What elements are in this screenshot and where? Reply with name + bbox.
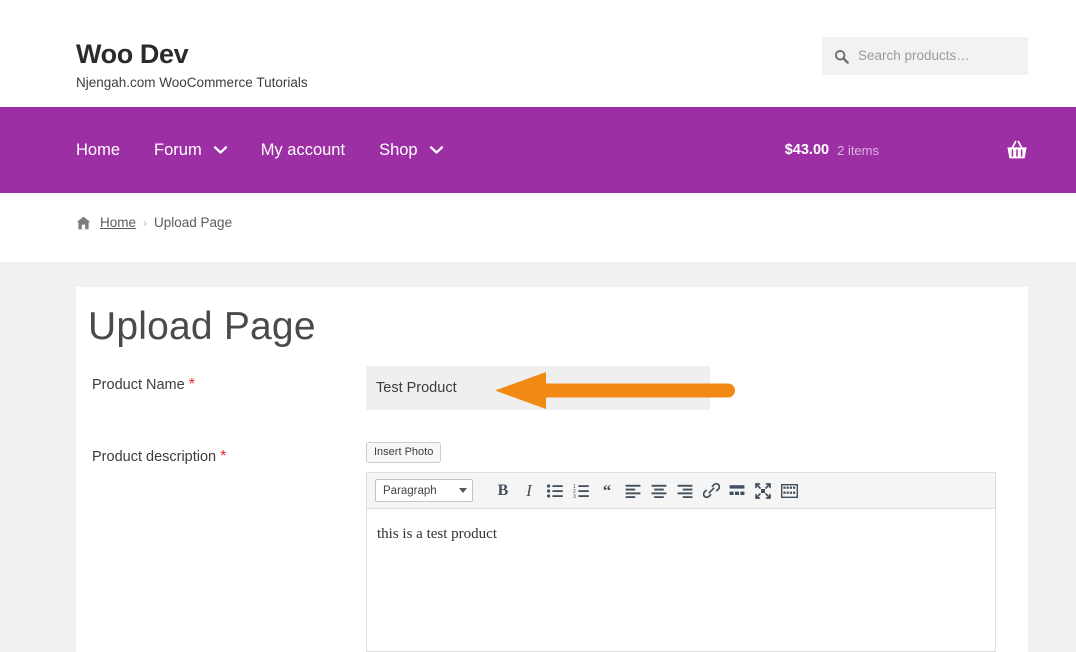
blockquote-icon[interactable]: “ — [594, 478, 620, 504]
search-icon — [834, 49, 849, 64]
blockquote-glyph: “ — [602, 480, 612, 500]
cart-summary[interactable]: $43.00 2 items — [785, 107, 1028, 193]
form-row-product-description: Product description * — [92, 448, 226, 466]
product-name-input[interactable] — [366, 366, 710, 410]
required-asterisk: * — [220, 448, 227, 465]
nav-item-my-account[interactable]: My account — [261, 141, 345, 160]
nav-item-label: Home — [76, 140, 121, 159]
align-left-glyph — [625, 484, 641, 498]
editor-content-area[interactable]: this is a test product — [367, 509, 995, 543]
read-more-glyph — [729, 485, 745, 495]
site-branding[interactable]: Woo Dev Njengah.com WooCommerce Tutorial… — [76, 38, 308, 92]
product-description-label: Product description — [92, 449, 217, 465]
breadcrumb: Home › Upload Page — [76, 215, 232, 230]
svg-text:3: 3 — [573, 494, 576, 498]
chevron-down-icon — [213, 146, 227, 154]
editor-content-text: this is a test product — [377, 526, 497, 542]
align-center-glyph — [651, 484, 667, 498]
site-title: Woo Dev — [76, 39, 189, 69]
toolbar-toggle-glyph — [780, 483, 798, 498]
bulleted-list-glyph — [547, 483, 563, 498]
align-left-icon[interactable] — [620, 478, 646, 504]
breadcrumb-current: Upload Page — [154, 215, 233, 230]
shopping-basket-icon[interactable] — [1006, 140, 1028, 160]
nav-item-label: My account — [260, 140, 346, 159]
required-asterisk: * — [188, 376, 195, 393]
fullscreen-glyph — [755, 482, 771, 499]
cart-item-count: 2 items — [837, 142, 879, 158]
page-root: Woo Dev Njengah.com WooCommerce Tutorial… — [0, 0, 1076, 652]
site-header: Woo Dev Njengah.com WooCommerce Tutorial… — [0, 0, 1076, 107]
align-right-icon[interactable] — [672, 478, 698, 504]
italic-glyph: I — [526, 480, 532, 500]
fullscreen-icon[interactable] — [750, 478, 776, 504]
product-search-box[interactable] — [822, 37, 1028, 75]
link-glyph — [702, 482, 720, 499]
align-right-glyph — [677, 484, 693, 498]
align-center-icon[interactable] — [646, 478, 672, 504]
format-select-value: Paragraph — [383, 484, 437, 497]
search-input[interactable] — [858, 46, 1018, 66]
breadcrumb-separator: › — [143, 215, 148, 230]
page-title: Upload Page — [88, 305, 316, 348]
nav-item-label: Shop — [379, 140, 418, 159]
nav-item-label: Forum — [154, 140, 202, 159]
nav-item-shop[interactable]: Shop — [379, 141, 443, 160]
paragraph-format-select[interactable]: Paragraph — [375, 479, 473, 502]
rich-text-editor: Paragraph B I 1 2 3 “ this is a test pro… — [366, 472, 996, 652]
chevron-down-icon — [429, 146, 443, 154]
house-icon[interactable] — [76, 216, 91, 230]
bold-icon[interactable]: B — [490, 478, 516, 504]
insert-link-icon[interactable] — [698, 478, 724, 504]
italic-icon[interactable]: I — [516, 478, 542, 504]
bold-glyph: B — [497, 481, 509, 499]
primary-navigation: Home Forum My account Shop $43.00 2 item… — [0, 107, 1076, 193]
bulleted-list-icon[interactable] — [542, 478, 568, 504]
numbered-list-glyph: 1 2 3 — [573, 484, 589, 498]
numbered-list-icon[interactable]: 1 2 3 — [568, 478, 594, 504]
site-tagline: Njengah.com WooCommerce Tutorials — [76, 75, 308, 90]
nav-item-forum[interactable]: Forum — [154, 141, 227, 160]
cart-total-amount: $43.00 — [784, 142, 830, 158]
breadcrumb-bar: Home › Upload Page — [0, 193, 1076, 262]
form-row-product-name: Product Name * — [92, 376, 195, 394]
nav-link-list: Home Forum My account Shop — [76, 107, 443, 193]
toolbar-toggle-icon[interactable] — [776, 478, 802, 504]
read-more-icon[interactable] — [724, 478, 750, 504]
content-card: Upload Page Product Name* Product descri… — [76, 287, 1028, 652]
product-name-label: Product Name — [92, 377, 185, 393]
insert-photo-button[interactable]: Insert Photo — [366, 442, 442, 463]
breadcrumb-link-home[interactable]: Home — [100, 215, 136, 230]
editor-toolbar: Paragraph B I 1 2 3 “ — [367, 473, 995, 509]
nav-item-home[interactable]: Home — [76, 141, 120, 160]
caret-down-icon — [459, 488, 467, 493]
